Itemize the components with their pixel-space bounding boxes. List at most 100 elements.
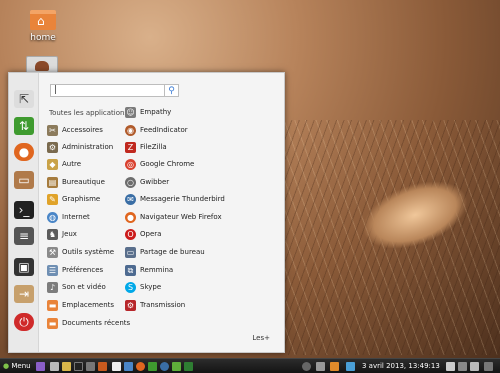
sidebar-power-icon[interactable]: ⏻ [14,313,34,331]
sidebar-settings-icon[interactable]: ≡ [14,227,34,245]
desktop-icon-home[interactable]: home [25,10,61,43]
desktop-icon-home-label: home [30,33,56,43]
sidebar-firefox-icon[interactable]: ● [14,143,34,161]
category-documents-recents[interactable]: ▬ Documents récents [47,316,130,330]
category-son-et-video[interactable]: ♪ Son et vidéo [47,280,106,294]
tray-volume-icon[interactable] [316,362,325,371]
taskbar-network-icon[interactable] [124,362,133,371]
sidebar-launcher-icon[interactable]: ⇱ [14,90,34,108]
sidebar-logout-icon[interactable]: ⇥ [14,285,34,303]
tray-feed-icon[interactable] [330,362,339,371]
taskbar-update-icon[interactable] [172,362,181,371]
tray-user-icon[interactable] [470,362,479,371]
category-label: Documents récents [62,319,131,327]
taskbar-notes-icon[interactable] [62,362,71,371]
taskbar-monitor-icon[interactable] [86,362,95,371]
tray-wifi-icon[interactable] [346,362,355,371]
category-autre[interactable]: ◆ Autre [47,157,81,171]
graphics-icon: ✎ [47,193,58,205]
sidebar-lock-icon[interactable]: ▣ [14,258,34,276]
category-label: Préférences [62,266,104,274]
gwibber-icon: ○ [125,176,136,188]
all-applications-label[interactable]: Toutes les applications [49,109,128,117]
category-emplacements[interactable]: ▬ Emplacements [47,298,114,312]
app-partage-de-bureau[interactable]: ▭ Partage de bureau [125,245,205,259]
clock[interactable]: 3 avril 2013, 13:49:13 [362,361,440,372]
tray-power-icon[interactable] [302,362,311,371]
tray-display-icon[interactable] [458,362,467,371]
transmission-icon: ⚙ [125,299,136,311]
app-thunderbird[interactable]: ✉ Messagerie Thunderbird [125,192,225,206]
skype-icon: S [125,281,136,293]
app-label: Transmission [140,301,186,309]
app-skype[interactable]: S Skype [125,280,161,294]
admin-icon: ⚙ [47,141,58,153]
more-button[interactable]: Les+ [252,334,270,342]
empathy-icon: ☺ [125,106,136,118]
favorites-sidebar: ⇱ ⇅ ● ▭ ›_ ≡ ▣ ⇥ ⏻ [9,73,39,352]
show-desktop-icon[interactable] [484,362,493,371]
category-jeux[interactable]: ♞ Jeux [47,227,77,241]
category-label: Graphisme [62,195,101,203]
taskbar-app-icon[interactable] [36,362,45,371]
category-preferences[interactable]: ☰ Préférences [47,263,103,277]
app-label: Google Chrome [140,160,195,168]
taskbar-terminal-icon[interactable] [74,362,83,371]
app-label: Skype [140,283,162,291]
category-label: Jeux [62,230,77,238]
application-menu: ⇱ ⇅ ● ▭ ›_ ≡ ▣ ⇥ ⏻ | ⚲ Toutes les applic… [8,72,285,353]
app-label: FileZilla [140,143,167,151]
taskbar-media-icon[interactable] [98,362,107,371]
home-folder-icon [30,10,56,30]
other-icon: ◆ [47,158,58,170]
app-label: Navigateur Web Firefox [140,213,222,221]
preferences-icon: ☰ [47,264,58,276]
app-google-chrome[interactable]: ◎ Google Chrome [125,157,194,171]
category-label: Emplacements [62,301,115,309]
category-label: Outils système [62,248,115,256]
menu-icon: ● [3,362,10,370]
app-label: Remmina [140,266,174,274]
app-label: Messagerie Thunderbird [140,195,225,203]
office-icon: ▤ [47,176,58,188]
app-filezilla[interactable]: Z FileZilla [125,140,167,154]
sidebar-file-manager-icon[interactable]: ▭ [14,171,34,189]
taskbar-firefox-icon[interactable] [136,362,145,371]
category-outils-systeme[interactable]: ⚒ Outils système [47,245,114,259]
taskbar-doc-icon[interactable] [112,362,121,371]
sidebar-update-icon[interactable]: ⇅ [14,117,34,135]
games-icon: ♞ [47,228,58,240]
app-opera[interactable]: O Opera [125,227,161,241]
multimedia-icon: ♪ [47,281,58,293]
app-gwibber[interactable]: ○ Gwibber [125,175,169,189]
tray-keyboard-icon[interactable] [446,362,455,371]
category-graphisme[interactable]: ✎ Graphisme [47,192,100,206]
menu-button[interactable]: ● Menu [3,361,31,372]
category-accessoires[interactable]: ✂ Accessoires [47,123,103,137]
category-label: Accessoires [62,126,103,134]
desktop-share-icon: ▭ [125,246,136,258]
app-remmina[interactable]: ⧉ Remmina [125,263,173,277]
firefox-icon: ● [125,211,136,223]
category-administration[interactable]: ⚙ Administration [47,140,113,154]
taskbar-pen-icon[interactable] [184,362,193,371]
chrome-icon: ◎ [125,158,136,170]
scissors-icon: ✂ [47,124,58,136]
search-input[interactable]: | [50,84,165,97]
search-icon[interactable]: ⚲ [165,84,179,97]
app-transmission[interactable]: ⚙ Transmission [125,298,185,312]
taskbar-files-icon[interactable] [50,362,59,371]
app-label: Gwibber [140,178,170,186]
feed-icon: ◉ [125,124,136,136]
app-empathy[interactable]: ☺ Empathy [125,105,171,119]
sidebar-terminal-icon[interactable]: ›_ [14,201,34,219]
category-bureautique[interactable]: ▤ Bureautique [47,175,105,189]
category-label: Administration [62,143,114,151]
taskbar-chat-icon[interactable] [148,362,157,371]
taskbar-thunderbird-icon[interactable] [160,362,169,371]
app-label: Opera [140,230,162,238]
app-feedindicator[interactable]: ◉ FeedIndicator [125,123,188,137]
category-internet[interactable]: ◍ Internet [47,210,90,224]
app-label: Empathy [140,108,172,116]
app-firefox[interactable]: ● Navigateur Web Firefox [125,210,222,224]
